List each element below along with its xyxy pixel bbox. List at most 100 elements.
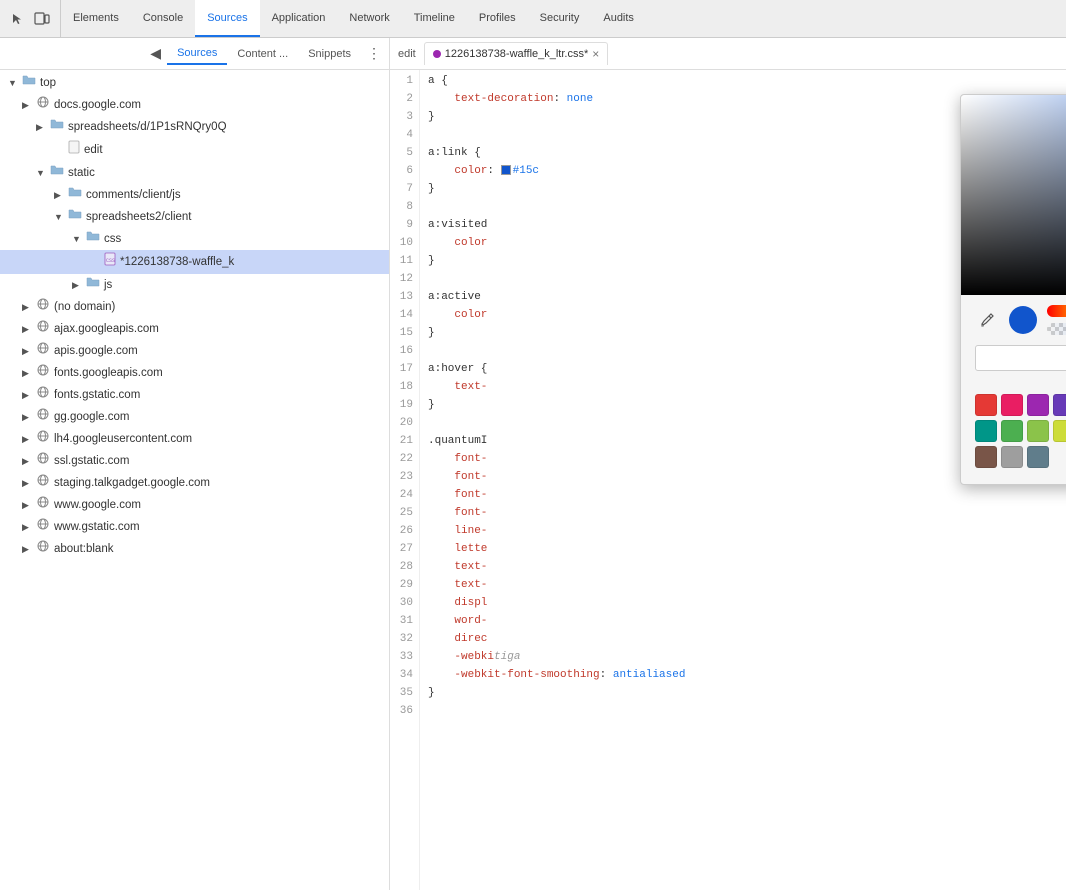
color-swatch[interactable] bbox=[1027, 394, 1049, 416]
tab-security[interactable]: Security bbox=[528, 0, 592, 37]
sub-tab-content[interactable]: Content ... bbox=[227, 44, 298, 64]
tab-close-btn[interactable]: × bbox=[592, 47, 599, 61]
color-swatch[interactable] bbox=[1001, 394, 1023, 416]
color-swatch[interactable] bbox=[1001, 446, 1023, 468]
sub-tab-sources[interactable]: Sources bbox=[167, 43, 227, 65]
tree-arrow-docs: ▶ bbox=[22, 96, 36, 114]
tree-item-spreadsheets2[interactable]: ▼spreadsheets2/client bbox=[0, 206, 389, 228]
sub-tab-snippets[interactable]: Snippets bbox=[298, 44, 361, 64]
code-line: a { bbox=[428, 72, 1066, 90]
device-icon[interactable] bbox=[32, 9, 52, 29]
color-swatch[interactable] bbox=[975, 446, 997, 468]
tree-item-lh4[interactable]: ▶lh4.googleusercontent.com bbox=[0, 428, 389, 450]
tab-audits[interactable]: Audits bbox=[591, 0, 646, 37]
folder-icon bbox=[50, 164, 64, 182]
tree-label-static: static bbox=[68, 164, 95, 182]
tree-item-docs[interactable]: ▶ docs.google.com bbox=[0, 94, 389, 116]
editor-active-tab[interactable]: 1226138738-waffle_k_ltr.css* × bbox=[424, 42, 609, 65]
tree-item-css[interactable]: ▼css bbox=[0, 228, 389, 250]
line-number: 4 bbox=[390, 126, 413, 144]
tree-item-gg[interactable]: ▶gg.google.com bbox=[0, 406, 389, 428]
tree-arrow-spreadsheets: ▶ bbox=[36, 118, 50, 136]
tree-item-top[interactable]: ▼top bbox=[0, 72, 389, 94]
color-swatch[interactable] bbox=[1001, 420, 1023, 442]
tree-item-staging[interactable]: ▶staging.talkgadget.google.com bbox=[0, 472, 389, 494]
code-line: font- bbox=[428, 486, 1066, 504]
code-line: -webkitiga bbox=[428, 648, 1066, 666]
color-swatch-inline[interactable] bbox=[501, 165, 511, 175]
tree-label-about: about:blank bbox=[54, 540, 113, 558]
color-swatch[interactable] bbox=[1027, 446, 1049, 468]
tree-arrow-spreadsheets2: ▼ bbox=[54, 208, 68, 226]
alpha-slider[interactable] bbox=[1047, 323, 1066, 335]
tree-item-static[interactable]: ▼static bbox=[0, 162, 389, 184]
color-picker: HEX ▲ ▼ ▲ ▼ bbox=[960, 94, 1066, 485]
line-number: 22 bbox=[390, 450, 413, 468]
devtools-body: ◀ Sources Content ... Snippets ⋮ ▼top▶do… bbox=[0, 38, 1066, 890]
tree-label-top: top bbox=[40, 74, 56, 92]
tab-sources[interactable]: Sources bbox=[195, 0, 259, 37]
line-number: 27 bbox=[390, 540, 413, 558]
line-number: 14 bbox=[390, 306, 413, 324]
line-number: 24 bbox=[390, 486, 413, 504]
domain-icon bbox=[36, 364, 50, 382]
tree-label-waffle_css: *1226138738-waffle_k bbox=[120, 253, 234, 271]
line-number: 28 bbox=[390, 558, 413, 576]
folder-icon bbox=[86, 276, 100, 294]
color-swatch[interactable] bbox=[975, 394, 997, 416]
tab-elements[interactable]: Elements bbox=[61, 0, 131, 37]
tab-timeline[interactable]: Timeline bbox=[402, 0, 467, 37]
sub-tab-more-btn[interactable]: ⋮ bbox=[363, 43, 385, 64]
line-number: 15 bbox=[390, 324, 413, 342]
code-line: direc bbox=[428, 630, 1066, 648]
code-line: } bbox=[428, 684, 1066, 702]
domain-icon bbox=[36, 518, 50, 536]
tree-item-ajax[interactable]: ▶ ajax.googleapis.com bbox=[0, 318, 389, 340]
line-number: 1 bbox=[390, 72, 413, 90]
tree-label-staging: staging.talkgadget.google.com bbox=[54, 474, 210, 492]
tree-item-edit[interactable]: edit bbox=[0, 138, 389, 162]
tree-item-fontsapis[interactable]: ▶fonts.googleapis.com bbox=[0, 362, 389, 384]
hex-area: HEX ▲ ▼ bbox=[961, 339, 1066, 390]
tab-console[interactable]: Console bbox=[131, 0, 195, 37]
tab-application[interactable]: Application bbox=[260, 0, 338, 37]
line-number: 29 bbox=[390, 576, 413, 594]
editor-tab-bar: edit 1226138738-waffle_k_ltr.css* × bbox=[390, 38, 1066, 70]
tree-item-fontsgstatic[interactable]: ▶fonts.gstatic.com bbox=[0, 384, 389, 406]
color-gradient[interactable] bbox=[961, 95, 1066, 295]
tab-network[interactable]: Network bbox=[337, 0, 401, 37]
tree-label-docs: docs.google.com bbox=[54, 96, 141, 114]
tree-item-about[interactable]: ▶about:blank bbox=[0, 538, 389, 560]
hex-input[interactable] bbox=[975, 345, 1066, 371]
tree-item-ssl[interactable]: ▶ssl.gstatic.com bbox=[0, 450, 389, 472]
tree-arrow-ajax: ▶ bbox=[22, 320, 36, 338]
color-swatch-preview bbox=[1009, 306, 1037, 334]
tree-label-ajax: ajax.googleapis.com bbox=[54, 320, 159, 338]
line-number: 26 bbox=[390, 522, 413, 540]
tree-item-apis[interactable]: ▶apis.google.com bbox=[0, 340, 389, 362]
line-number: 7 bbox=[390, 180, 413, 198]
tree-item-js[interactable]: ▶js bbox=[0, 274, 389, 296]
code-line: font- bbox=[428, 504, 1066, 522]
eyedropper-btn[interactable] bbox=[975, 308, 999, 332]
hue-slider[interactable] bbox=[1047, 305, 1066, 317]
tree-item-comments[interactable]: ▶comments/client/js bbox=[0, 184, 389, 206]
tree-item-spreadsheets[interactable]: ▶spreadsheets/d/1P1sRNQry0Q bbox=[0, 116, 389, 138]
sidebar-collapse-btn[interactable]: ◀ bbox=[144, 43, 167, 64]
folder-icon bbox=[22, 74, 36, 92]
color-swatch[interactable] bbox=[975, 420, 997, 442]
color-swatch[interactable] bbox=[1053, 394, 1066, 416]
color-swatch[interactable] bbox=[1053, 420, 1066, 442]
tree-item-wwwgstatic[interactable]: ▶www.gstatic.com bbox=[0, 516, 389, 538]
cursor-icon[interactable] bbox=[8, 9, 28, 29]
tab-profiles[interactable]: Profiles bbox=[467, 0, 528, 37]
color-swatch[interactable] bbox=[1027, 420, 1049, 442]
tree-arrow-fontsgstatic: ▶ bbox=[22, 386, 36, 404]
tree-item-www[interactable]: ▶www.google.com bbox=[0, 494, 389, 516]
swatch-row bbox=[975, 446, 1066, 468]
tree-item-waffle_css[interactable]: CSS*1226138738-waffle_k bbox=[0, 250, 389, 274]
editor-panel: edit 1226138738-waffle_k_ltr.css* × 1234… bbox=[390, 38, 1066, 890]
tree-item-nodomain[interactable]: ▶(no domain) bbox=[0, 296, 389, 318]
line-number: 11 bbox=[390, 252, 413, 270]
file-icon bbox=[68, 140, 80, 160]
